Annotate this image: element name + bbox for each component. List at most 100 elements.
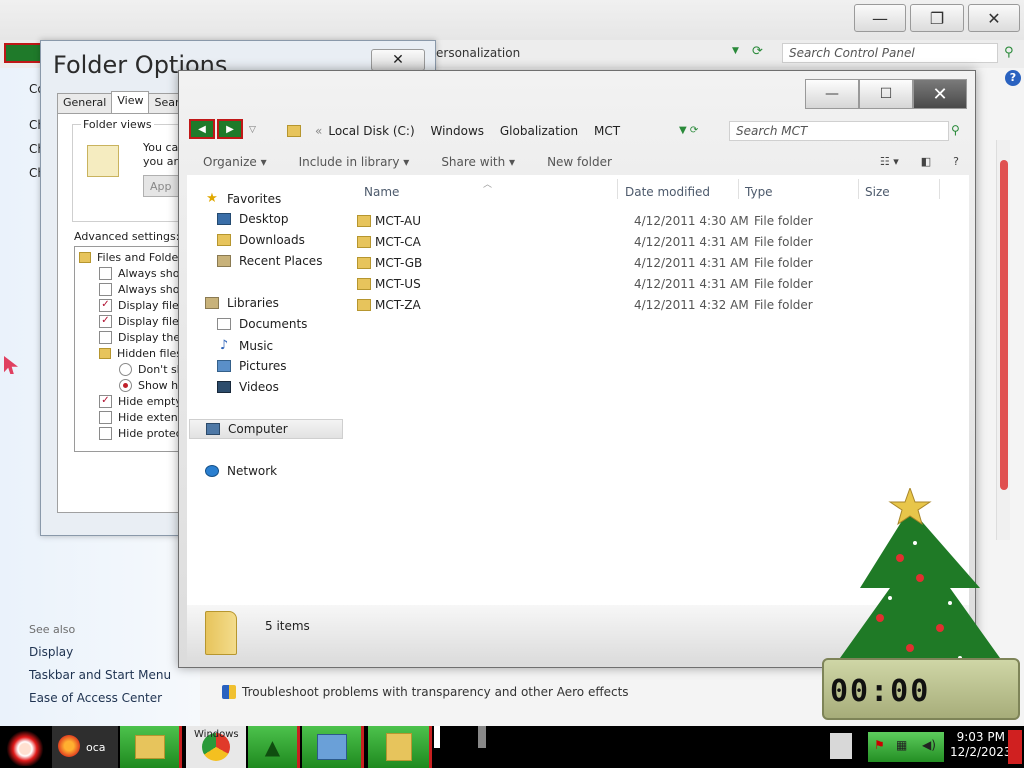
preview-pane-icon[interactable]: ◧	[921, 155, 931, 168]
tray-overflow-icon[interactable]	[830, 733, 852, 759]
tab-view[interactable]: View	[111, 91, 150, 113]
column-name[interactable]: Name	[364, 185, 399, 199]
search-input[interactable]: Search MCT	[729, 121, 949, 141]
taskbar-tree-item[interactable]: ▲	[248, 726, 300, 768]
tree-item[interactable]: Always show	[99, 265, 189, 281]
tree-item[interactable]: Files and Folders	[79, 249, 189, 265]
taskbar-scroll-handle[interactable]	[478, 726, 486, 748]
breadcrumb-separator	[421, 124, 425, 138]
cp-close-button[interactable]: ✕	[968, 4, 1020, 32]
search-icon[interactable]: ⚲	[951, 123, 960, 137]
breadcrumb-globalization[interactable]: Globalization	[500, 124, 578, 138]
organize-button[interactable]: Organize ▾	[203, 155, 267, 169]
nav-libraries[interactable]: Libraries	[205, 296, 279, 310]
digital-clock-gadget[interactable]: 00:00	[822, 658, 1020, 720]
cp-scrollbar[interactable]	[996, 140, 1010, 540]
breadcrumb-separator	[490, 124, 494, 138]
close-button[interactable]: ✕	[913, 79, 967, 109]
nav-downloads[interactable]: Downloads	[217, 233, 305, 247]
network-tray-icon[interactable]: ▦	[896, 738, 907, 752]
checkbox[interactable]	[99, 266, 112, 280]
system-tray[interactable]: ⚑ ▦ ◀)	[868, 732, 944, 762]
recent-pages-dropdown-icon[interactable]: ▽	[249, 125, 256, 135]
nav-computer[interactable]: Computer	[189, 419, 343, 439]
nav-network[interactable]: Network	[205, 464, 277, 478]
file-row[interactable]: MCT-AU 4/12/2011 4:30 AM File folder	[355, 211, 969, 231]
column-divider[interactable]	[617, 179, 618, 199]
dialog-close-button[interactable]: ✕	[371, 49, 425, 71]
change-view-icon[interactable]: ☷ ▾	[880, 155, 899, 168]
cp-minimize-button[interactable]: —	[854, 4, 906, 32]
taskbar-clock[interactable]: 9:03 PM 12/2/2023	[950, 730, 1012, 760]
volume-icon[interactable]: ◀)	[922, 738, 936, 752]
maximize-button[interactable]: ☐	[859, 79, 913, 109]
nav-documents[interactable]: Documents	[217, 317, 307, 331]
cp-address-dropdown-icon[interactable]: ▼	[732, 46, 739, 56]
breadcrumb-windows[interactable]: Windows	[430, 124, 484, 138]
cp-refresh-icon[interactable]: ⟳	[752, 44, 763, 59]
cp-search-icon[interactable]: ⚲	[1004, 45, 1014, 60]
breadcrumb-mct[interactable]: MCT	[594, 124, 620, 138]
checkbox[interactable]	[99, 330, 112, 344]
file-date: 4/12/2011 4:32 AM	[634, 298, 749, 312]
cp-search-input[interactable]: Search Control Panel	[782, 43, 998, 63]
nav-desktop[interactable]: Desktop	[217, 212, 289, 226]
column-date-modified[interactable]: Date modified	[625, 185, 710, 199]
address-chevron-icon[interactable]: «	[315, 124, 322, 138]
nav-recent-places[interactable]: Recent Places	[217, 254, 322, 268]
tree-item[interactable]: Always show	[99, 281, 189, 297]
help-question-icon[interactable]: ?	[953, 155, 959, 168]
nav-music[interactable]: ♪ Music	[217, 338, 273, 353]
tab-general[interactable]: General	[57, 93, 113, 113]
action-center-icon[interactable]: ⚑	[874, 738, 885, 752]
nav-pictures[interactable]: Pictures	[217, 359, 287, 373]
taskbar-start-menu-link[interactable]: Taskbar and Start Menu	[29, 668, 171, 682]
column-divider[interactable]	[738, 179, 739, 199]
column-divider[interactable]	[939, 179, 940, 199]
back-button[interactable]: ◀	[189, 119, 215, 139]
breadcrumb-local-disk[interactable]: Local Disk (C:)	[328, 124, 414, 138]
checkbox[interactable]	[99, 426, 112, 440]
forward-button[interactable]: ▶	[217, 119, 243, 139]
nav-favorites[interactable]: ★ Favorites	[205, 191, 281, 206]
ease-of-access-link[interactable]: Ease of Access Center	[29, 691, 162, 705]
taskbar-explorer-item[interactable]: oca	[52, 726, 118, 768]
file-row[interactable]: MCT-GB 4/12/2011 4:31 AM File folder	[355, 253, 969, 273]
file-type: File folder	[754, 298, 813, 312]
minimize-button[interactable]: —	[805, 79, 859, 109]
cp-maximize-button[interactable]: ❐	[910, 4, 964, 32]
folder-icon	[357, 257, 371, 269]
help-icon[interactable]: ?	[1005, 70, 1021, 86]
checkbox[interactable]	[99, 410, 112, 424]
radio[interactable]	[119, 362, 132, 376]
taskbar-chrome-item[interactable]: Windows	[186, 726, 246, 768]
display-link[interactable]: Display	[29, 645, 73, 659]
checkbox-checked[interactable]: ✓	[99, 298, 112, 312]
checkbox-checked[interactable]: ✓	[99, 314, 112, 328]
taskbar-control-panel-item[interactable]	[302, 726, 364, 768]
column-type[interactable]: Type	[745, 185, 773, 199]
cp-breadcrumb[interactable]: ersonalization	[436, 46, 520, 60]
show-desktop-button[interactable]	[1008, 730, 1022, 764]
checkbox-checked[interactable]: ✓	[99, 394, 112, 408]
include-in-library-button[interactable]: Include in library ▾	[299, 155, 410, 169]
nav-videos[interactable]: Videos	[217, 380, 279, 394]
checkbox[interactable]	[99, 282, 112, 296]
folder-icon	[287, 125, 301, 137]
address-dropdown-icon[interactable]: ▼ ⟳	[679, 125, 698, 136]
file-row[interactable]: MCT-US 4/12/2011 4:31 AM File folder	[355, 274, 969, 294]
file-row[interactable]: MCT-ZA 4/12/2011 4:32 AM File folder	[355, 295, 969, 315]
column-size[interactable]: Size	[865, 185, 890, 199]
taskbar-library-item[interactable]	[120, 726, 182, 768]
new-folder-button[interactable]: New folder	[547, 155, 612, 169]
cp-scroll-thumb[interactable]	[1000, 160, 1008, 490]
start-button[interactable]	[4, 728, 46, 766]
share-with-button[interactable]: Share with ▾	[441, 155, 515, 169]
address-bar[interactable]: « Local Disk (C:) Windows Globalization …	[287, 119, 703, 143]
file-name: MCT-CA	[375, 235, 421, 249]
column-divider[interactable]	[858, 179, 859, 199]
troubleshoot-link[interactable]: Troubleshoot problems with transparency …	[222, 685, 629, 699]
radio-selected[interactable]	[119, 378, 132, 392]
file-row[interactable]: MCT-CA 4/12/2011 4:31 AM File folder	[355, 232, 969, 252]
taskbar-folder-options-item[interactable]	[368, 726, 432, 768]
